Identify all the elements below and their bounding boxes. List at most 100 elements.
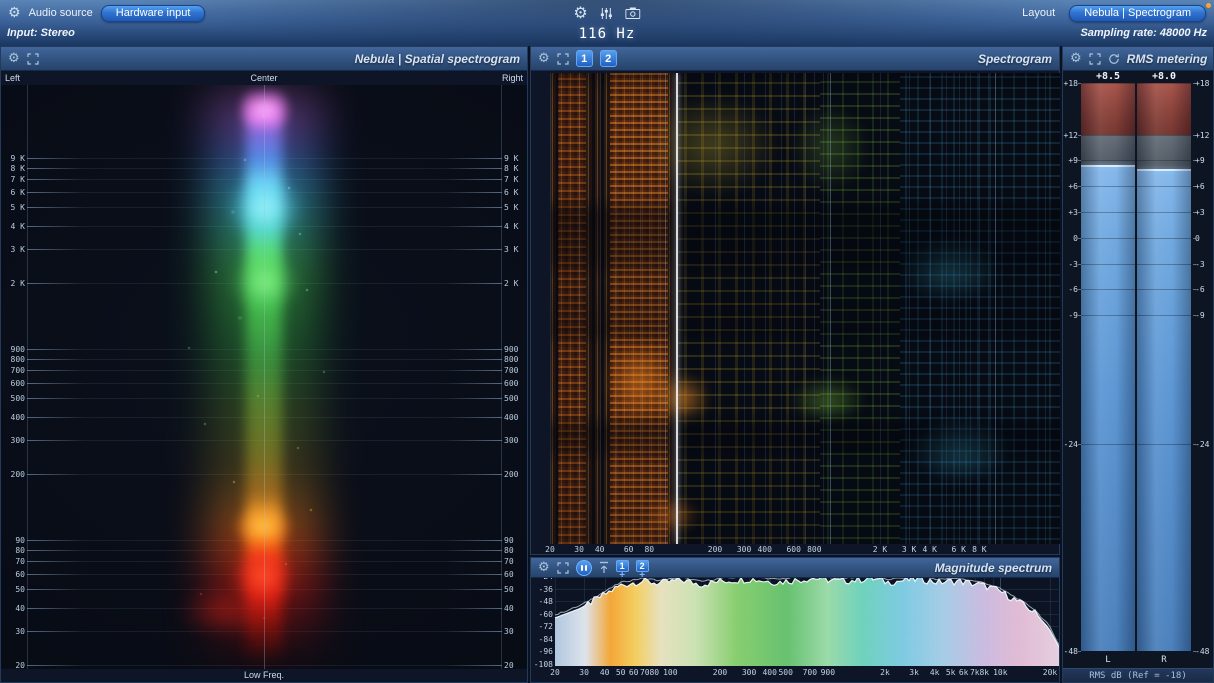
spatial-plot-right-edge xyxy=(501,85,502,669)
spatial-freq-label-right: 400 xyxy=(504,412,519,422)
topbar-row1: ⚙ Audio source Hardware input ⚙ Layout N… xyxy=(0,0,1214,26)
sliders-icon[interactable] xyxy=(600,7,614,20)
rms-tick xyxy=(1193,315,1196,317)
spectrogram-grid-line xyxy=(579,73,581,544)
rms-reset-refresh-icon[interactable] xyxy=(1108,53,1120,65)
rms-meter-r[interactable] xyxy=(1137,83,1191,651)
spatial-hotspot-orange xyxy=(233,505,293,549)
rms-scale-label-right: +18 xyxy=(1195,79,1210,88)
audio-settings-gear-icon[interactable]: ⚙ xyxy=(8,6,21,20)
spectrogram-view-2-button[interactable]: 2 xyxy=(599,50,617,67)
spectrogram-x-label: 4 K xyxy=(922,545,937,554)
magnitude-x-label: 10k xyxy=(993,668,1008,677)
spectrogram-grid-line xyxy=(822,73,824,544)
magnitude-x-label: 50 xyxy=(615,668,626,677)
spectrogram-fullscreen-icon[interactable] xyxy=(557,52,569,65)
app-window: ⚙ Audio source Hardware input ⚙ Layout N… xyxy=(0,0,1214,683)
rms-channel-label-l: L xyxy=(1105,655,1111,665)
magnitude-view-1-group: 1 + xyxy=(615,560,629,581)
spatial-freq-label-left: 5 K xyxy=(10,203,25,212)
magnitude-y-label: -84 xyxy=(538,634,553,644)
spectrogram-grid-line xyxy=(628,73,630,544)
magnitude-y-label: -72 xyxy=(538,622,553,632)
rms-tick xyxy=(1193,650,1196,652)
magnitude-x-label: 4k xyxy=(929,668,940,677)
meter-gloss-shade xyxy=(1137,83,1191,651)
layout-button[interactable]: Layout xyxy=(1022,7,1055,19)
spectrogram-grid-line xyxy=(804,73,806,544)
spatial-freq-label-left: 200 xyxy=(10,470,25,479)
spectrogram-grid-line xyxy=(958,73,960,544)
spatial-freq-label-left: 20 xyxy=(15,661,25,670)
spatial-freq-label-right: 8 K xyxy=(504,164,519,173)
spatial-settings-gear-icon[interactable]: ⚙ xyxy=(8,52,20,65)
magnitude-fullscreen-icon[interactable] xyxy=(557,561,569,574)
magnitude-x-label: 8k xyxy=(979,668,990,677)
topbar-right: Layout Nebula | Spectrogram xyxy=(1022,4,1206,22)
spectrogram-view-1-button[interactable]: 1 xyxy=(575,50,593,67)
rms-scale-label-right: +9 xyxy=(1195,156,1205,166)
spatial-panel-header: ⚙ Nebula | Spatial spectrogram xyxy=(1,47,527,71)
rms-fullscreen-icon[interactable] xyxy=(1089,52,1101,65)
spatial-freq-label-left: 70 xyxy=(15,557,25,567)
magnitude-settings-gear-icon[interactable]: ⚙ xyxy=(538,561,550,574)
spatial-freq-label-left: 8 K xyxy=(10,164,25,173)
spatial-fullscreen-icon[interactable] xyxy=(27,52,39,65)
magnitude-align-top-icon[interactable] xyxy=(599,561,609,574)
spatial-freq-label-left: 800 xyxy=(10,355,25,364)
spatial-pan-axis: Left Center Right xyxy=(1,71,527,85)
magnitude-x-label: 70 xyxy=(639,668,650,677)
magnitude-add-2-button[interactable]: + xyxy=(639,571,645,581)
rms-footer: RMS dB (Ref = -18) xyxy=(1063,668,1213,682)
topbar: ⚙ Audio source Hardware input ⚙ Layout N… xyxy=(0,0,1214,46)
magnitude-add-1-button[interactable]: + xyxy=(619,571,625,581)
spatial-center-line xyxy=(264,85,265,669)
rms-tick xyxy=(1193,289,1196,291)
spatial-freq-label-right: 7 K xyxy=(504,175,519,185)
magnitude-x-label: 3k xyxy=(909,668,919,677)
spatial-plot[interactable] xyxy=(1,85,527,669)
magnitude-view-2-group: 2 + xyxy=(635,560,649,581)
magnitude-plot[interactable] xyxy=(555,574,1059,666)
spectrogram-x-label: 30 xyxy=(574,545,584,554)
magnitude-y-label: -36 xyxy=(538,584,553,594)
spectrogram-plot[interactable] xyxy=(550,73,1060,544)
spectrogram-x-label: 20 xyxy=(545,545,555,554)
spectrogram-x-axis: 20 30 40 60 80 200 300 400 600 800 2 K 3 K 4 K 6 K 8 K xyxy=(545,544,1060,556)
spectrogram-grid-line xyxy=(830,73,832,544)
spatial-freq-label-left: 40 xyxy=(15,603,25,613)
global-settings-gear-icon[interactable]: ⚙ xyxy=(573,5,587,21)
spectrogram-grid-line xyxy=(880,73,881,544)
spectrogram-grid-line xyxy=(665,73,667,544)
rms-meter-l[interactable] xyxy=(1081,83,1135,651)
magnitude-spectrum-panel: ⚙ 1 + 2 + Magnitude spectrum 20 30 40 50… xyxy=(530,557,1060,683)
spectrogram-x-label: 200 xyxy=(707,545,723,554)
spectrogram-grid-line xyxy=(744,73,746,544)
spectrogram-grid-line xyxy=(657,73,659,544)
magnitude-y-label: -96 xyxy=(538,647,553,657)
spatial-freq-label-left: 9 K xyxy=(10,154,25,164)
spatial-freq-label-right: 800 xyxy=(504,355,519,364)
rms-scale-label-left: +12 xyxy=(1063,130,1078,140)
rms-scale-label-left: 0 xyxy=(1073,233,1078,243)
spectrogram-grid-line xyxy=(995,73,997,544)
spatial-freq-label-left: 60 xyxy=(15,569,25,579)
magnitude-spectrum-curve xyxy=(555,574,1059,666)
spatial-freq-label-left: 500 xyxy=(10,394,25,403)
rms-meters: +18 +18 +12 +12 +9 +9 +6 +6 +3 +3 0 0 -3 -3 -6 -6 -9 -9 -2… xyxy=(1063,71,1213,670)
spectrogram-settings-gear-icon[interactable]: ⚙ xyxy=(538,52,550,65)
spectrogram-grid-line xyxy=(979,73,981,544)
magnitude-y-label: -60 xyxy=(538,609,553,619)
preset-button[interactable]: Nebula | Spectrogram xyxy=(1069,4,1206,22)
spatial-panel-title: Nebula | Spatial spectrogram xyxy=(354,51,520,66)
spatial-freq-label-right: 5 K xyxy=(504,203,519,212)
spectrogram-x-label: 8 K xyxy=(972,545,987,554)
magnitude-pause-button[interactable] xyxy=(575,559,592,576)
spatial-freq-label-left: 90 xyxy=(15,536,25,546)
rms-settings-gear-icon[interactable]: ⚙ xyxy=(1070,52,1082,65)
magnitude-x-label: 5k xyxy=(945,668,956,677)
spatial-freq-label-left: 3 K xyxy=(10,245,25,255)
spatial-freq-label-right: 90 xyxy=(504,536,514,546)
snapshot-camera-icon[interactable] xyxy=(625,7,641,19)
hardware-input-button[interactable]: Hardware input xyxy=(100,4,206,22)
